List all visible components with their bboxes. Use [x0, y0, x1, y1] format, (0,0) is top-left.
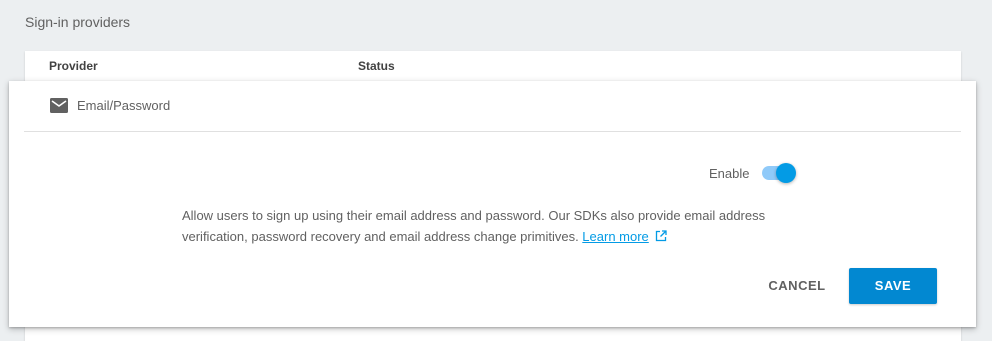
- external-link-icon[interactable]: [655, 227, 668, 242]
- description-text: Allow users to sign up using their email…: [182, 208, 766, 244]
- column-header-status: Status: [358, 59, 395, 73]
- column-header-provider: Provider: [49, 59, 98, 73]
- save-button[interactable]: SAVE: [849, 268, 937, 304]
- table-header: Provider Status: [25, 51, 961, 82]
- cancel-button[interactable]: CANCEL: [753, 268, 841, 304]
- enable-toggle[interactable]: [761, 162, 797, 184]
- provider-config-panel: Email/Password Enable Allow users to sig…: [9, 81, 976, 327]
- mail-icon: [50, 98, 68, 113]
- provider-row-header[interactable]: Email/Password: [24, 81, 961, 132]
- section-title: Sign-in providers: [25, 14, 131, 30]
- provider-name: Email/Password: [77, 98, 171, 113]
- enable-label: Enable: [709, 166, 750, 181]
- toggle-thumb: [776, 163, 796, 183]
- learn-more-link[interactable]: Learn more: [582, 229, 648, 244]
- provider-description: Allow users to sign up using their email…: [182, 205, 792, 247]
